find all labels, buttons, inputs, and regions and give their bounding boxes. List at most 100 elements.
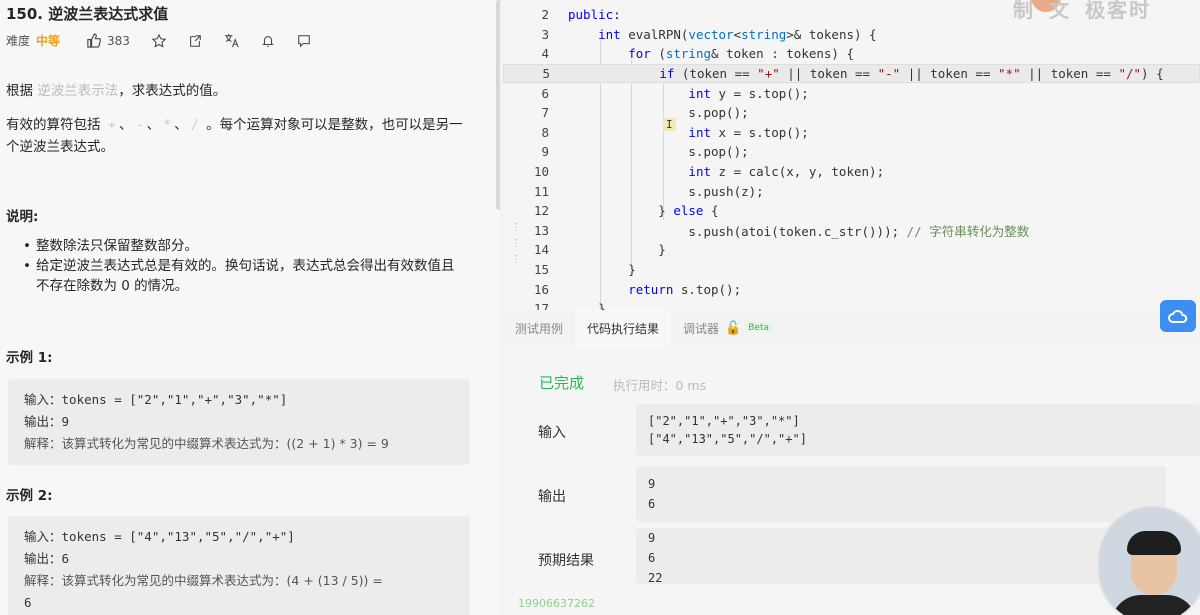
code-line[interactable]: 15 } [503, 260, 1200, 280]
notify-button[interactable] [261, 34, 275, 48]
code-line[interactable]: 12 } else { [503, 201, 1200, 221]
line-number: 12 [533, 203, 549, 219]
tab-debugger-label: 调试器 [683, 321, 720, 336]
code-text: s.push(atoi(token.c_str())); // 字符串转化为整数 [568, 223, 1030, 239]
result-tabs: 测试用例 代码执行结果 调试器 🔓 Beta [503, 310, 1200, 346]
note-item: 给定逆波兰表达式总是有效的。换句话说，表达式总会得出有效数值且不存在除数为 0 … [23, 256, 466, 296]
op-plus: + [107, 117, 116, 133]
difficulty-label: 难度 [6, 34, 31, 48]
code-text: s.push(z); [568, 183, 764, 199]
example-1-output: 输出：9 [24, 414, 70, 429]
example-2-explain: 解释：该算式转化为常见的中缀算术表达式为：(4 + (13 / 5)) = [24, 573, 383, 588]
problem-desc: 根据 逆波兰表示法，求表达式的值。 [6, 80, 476, 102]
code-line[interactable]: 14 } [503, 240, 1200, 260]
operators-desc: 有效的算符包括 +、 -、 *、 / 。每个运算对象可以是整数，也可以是另一个逆波兰表… [6, 114, 476, 158]
code-line[interactable]: 17 } [503, 299, 1200, 310]
input-line: ["2","1","+","3","*"] [648, 414, 800, 428]
problem-meta: 难度 中等 383 [6, 32, 333, 49]
code-line[interactable]: 4 for (string& token : tokens) { [503, 44, 1200, 64]
code-text: } else { [568, 203, 719, 219]
avatar-body [1111, 595, 1197, 615]
run-status: 已完成 [539, 374, 585, 392]
input-box: ["2","1","+","3","*"] ["4","13","5","/",… [636, 404, 1200, 456]
note-item: 整数除法只保留整数部分。 [23, 236, 466, 256]
output-box: 9 6 [636, 466, 1166, 522]
favorite-button[interactable] [151, 33, 166, 48]
problem-title: 150. 逆波兰表达式求值 [6, 5, 169, 23]
code-line[interactable]: 7 s.pop(); [503, 103, 1200, 123]
tab-debugger[interactable]: 调试器 🔓 Beta [671, 310, 785, 346]
tab-run-result[interactable]: 代码执行结果 [575, 310, 672, 346]
code-text: int z = calc(x, y, token); [688, 164, 885, 180]
feedback-button[interactable] [297, 34, 311, 48]
code-text: } [568, 301, 606, 310]
example-2-explain-cut: 6 [24, 595, 32, 610]
example-2-output: 输出：6 [24, 551, 70, 566]
op-sep-1: 、 [118, 117, 133, 133]
output-label: 输出 [538, 489, 566, 505]
code-line[interactable]: 10 int z = calc(x, y, token); [503, 162, 1200, 182]
code-text: int x = s.top(); [688, 124, 809, 140]
code-line[interactable]: 8 int x = s.top(); [503, 123, 1200, 143]
desc-suffix: ，求表达式的值。 [118, 83, 227, 99]
line-number: 10 [533, 164, 549, 180]
code-text: } [568, 242, 666, 258]
line-number: 2 [541, 7, 549, 23]
code-line[interactable]: 2 public: [503, 5, 1200, 25]
code-text: s.pop(); [568, 144, 749, 160]
code-line[interactable]: 16 return s.top(); [503, 279, 1200, 299]
translate-icon [224, 33, 239, 48]
cloud-icon [1168, 309, 1188, 323]
translate-button[interactable] [224, 33, 239, 48]
code-line[interactable]: 11 s.push(z); [503, 181, 1200, 201]
code-line[interactable]: 9 s.pop(); [503, 142, 1200, 162]
line-number: 8 [541, 124, 549, 140]
code-line[interactable]: 5 if (token == "+" || token == "-" || to… [503, 63, 1200, 84]
output-line: 9 [648, 477, 656, 491]
phone-watermark: 19906637262 [518, 597, 595, 610]
ops-prefix: 有效的算符包括 [6, 117, 105, 133]
code-text: } [568, 262, 636, 278]
desc-prefix: 根据 [6, 83, 38, 99]
text-cursor: I [663, 118, 676, 131]
example-2-box: 输入：tokens = ["4","13","5","/","+"] 输出：6 … [8, 516, 470, 615]
line-number: 5 [542, 66, 550, 82]
code-text: if (token == "+" || token == "-" || toke… [659, 66, 1164, 82]
example-2-heading: 示例 2: [6, 488, 53, 504]
resize-handle[interactable]: ⋮ ⋮ ⋮ [511, 220, 521, 268]
input-label: 输入 [538, 425, 566, 441]
lock-icon: 🔓 [725, 320, 742, 336]
thumbs-up-icon [87, 33, 101, 48]
line-number: 6 [541, 85, 549, 101]
example-1-heading: 示例 1: [6, 350, 53, 366]
output-line: 6 [648, 497, 656, 511]
example-1-input: 输入：tokens = ["2","1","+","3","*"] [24, 392, 288, 407]
input-line: ["4","13","5","/","+"] [648, 432, 807, 446]
code-line[interactable]: 3 int evalRPN(vector<string>& tokens) { [503, 25, 1200, 45]
op-times: * [163, 117, 172, 133]
beta-badge: Beta [744, 322, 773, 334]
likes-count: 383 [107, 33, 130, 48]
code-text: public: [568, 7, 621, 23]
line-number: 7 [541, 105, 549, 121]
line-number: 4 [541, 46, 549, 62]
star-icon [151, 33, 166, 48]
code-line[interactable]: 6 int y = s.top(); [503, 83, 1200, 103]
share-button[interactable] [188, 34, 202, 48]
code-line[interactable]: 13 s.push(atoi(token.c_str())); // 字符串转化… [503, 221, 1200, 241]
code-editor[interactable]: 制 文 极客时 2 public: 3 int evalRPN(vector<str… [503, 0, 1200, 310]
bell-icon [262, 35, 274, 47]
difficulty-badge: 中等 [36, 34, 61, 48]
run-elapsed: 执行用时：0 ms [613, 378, 707, 393]
comment-icon [298, 34, 310, 48]
code-text: int evalRPN(vector<string>& tokens) { [598, 26, 877, 42]
rpn-link[interactable]: 逆波兰表示法 [37, 83, 118, 99]
like-button[interactable]: 383 [86, 33, 130, 48]
webcam-avatar [1097, 505, 1200, 615]
tab-test-cases[interactable]: 测试用例 [503, 310, 575, 346]
left-scrollbar[interactable] [496, 0, 500, 210]
op-divide: / [190, 117, 199, 133]
cloud-float-button[interactable] [1160, 300, 1196, 332]
op-sep-2: 、 [146, 117, 161, 133]
line-number: 9 [541, 144, 549, 160]
